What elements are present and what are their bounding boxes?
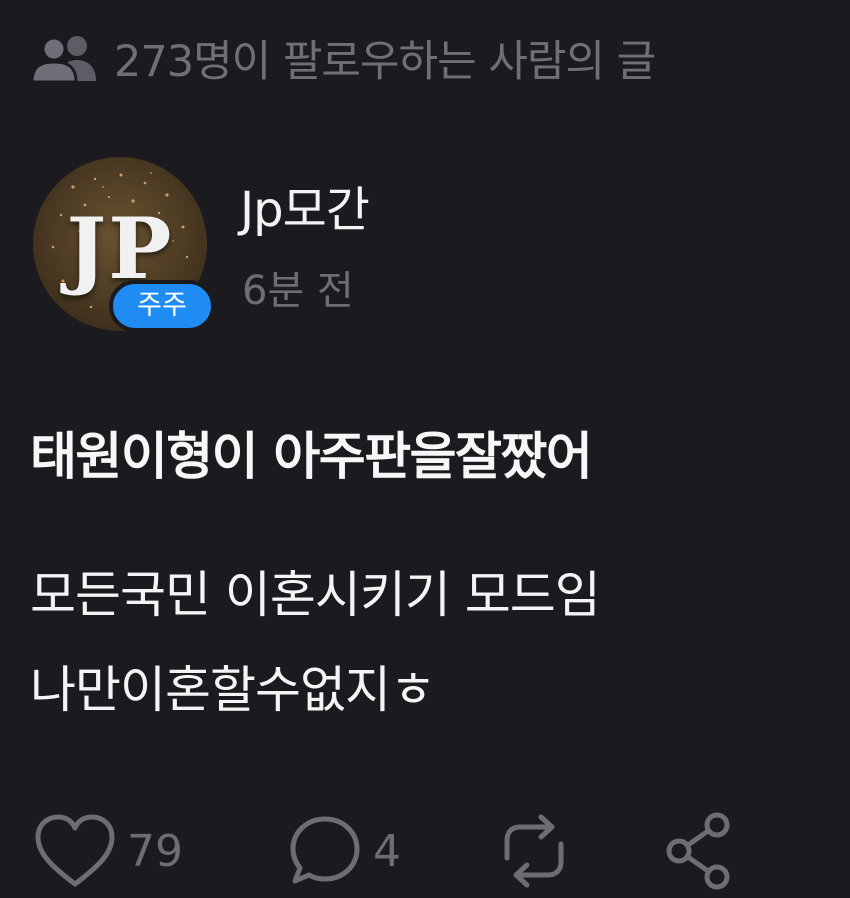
like-button[interactable]: 79: [33, 808, 183, 894]
share-icon: [661, 809, 737, 893]
heart-icon: [33, 812, 117, 890]
comment-count: 4: [373, 825, 401, 877]
post-card: 273명이 팔로우하는 사람의 글 JP 주주 Jp모간 6분 전 태원이형이 …: [0, 0, 850, 898]
follow-context[interactable]: 273명이 팔로우하는 사람의 글: [30, 22, 656, 94]
post-timestamp: 6분 전: [242, 268, 354, 314]
action-bar: 79 4: [33, 808, 833, 894]
post-body-line: 나만이혼할수없지ㅎ: [30, 661, 436, 719]
follow-context-text: 273명이 팔로우하는 사람의 글: [114, 37, 656, 87]
share-button[interactable]: [661, 808, 737, 894]
people-icon: [30, 33, 100, 83]
post-body-line: 모든국민 이혼시키기 모드임: [30, 566, 601, 624]
like-count: 79: [127, 825, 183, 877]
comment-button[interactable]: 4: [287, 808, 401, 894]
repost-button[interactable]: [493, 808, 575, 894]
post-title: 태원이형이 아주판을잘짰어: [30, 428, 593, 487]
comment-icon: [287, 813, 363, 889]
shareholder-badge: 주주: [109, 280, 215, 332]
author-username[interactable]: Jp모간: [240, 170, 370, 240]
avatar[interactable]: JP 주주: [33, 157, 215, 337]
repost-icon: [493, 812, 575, 890]
